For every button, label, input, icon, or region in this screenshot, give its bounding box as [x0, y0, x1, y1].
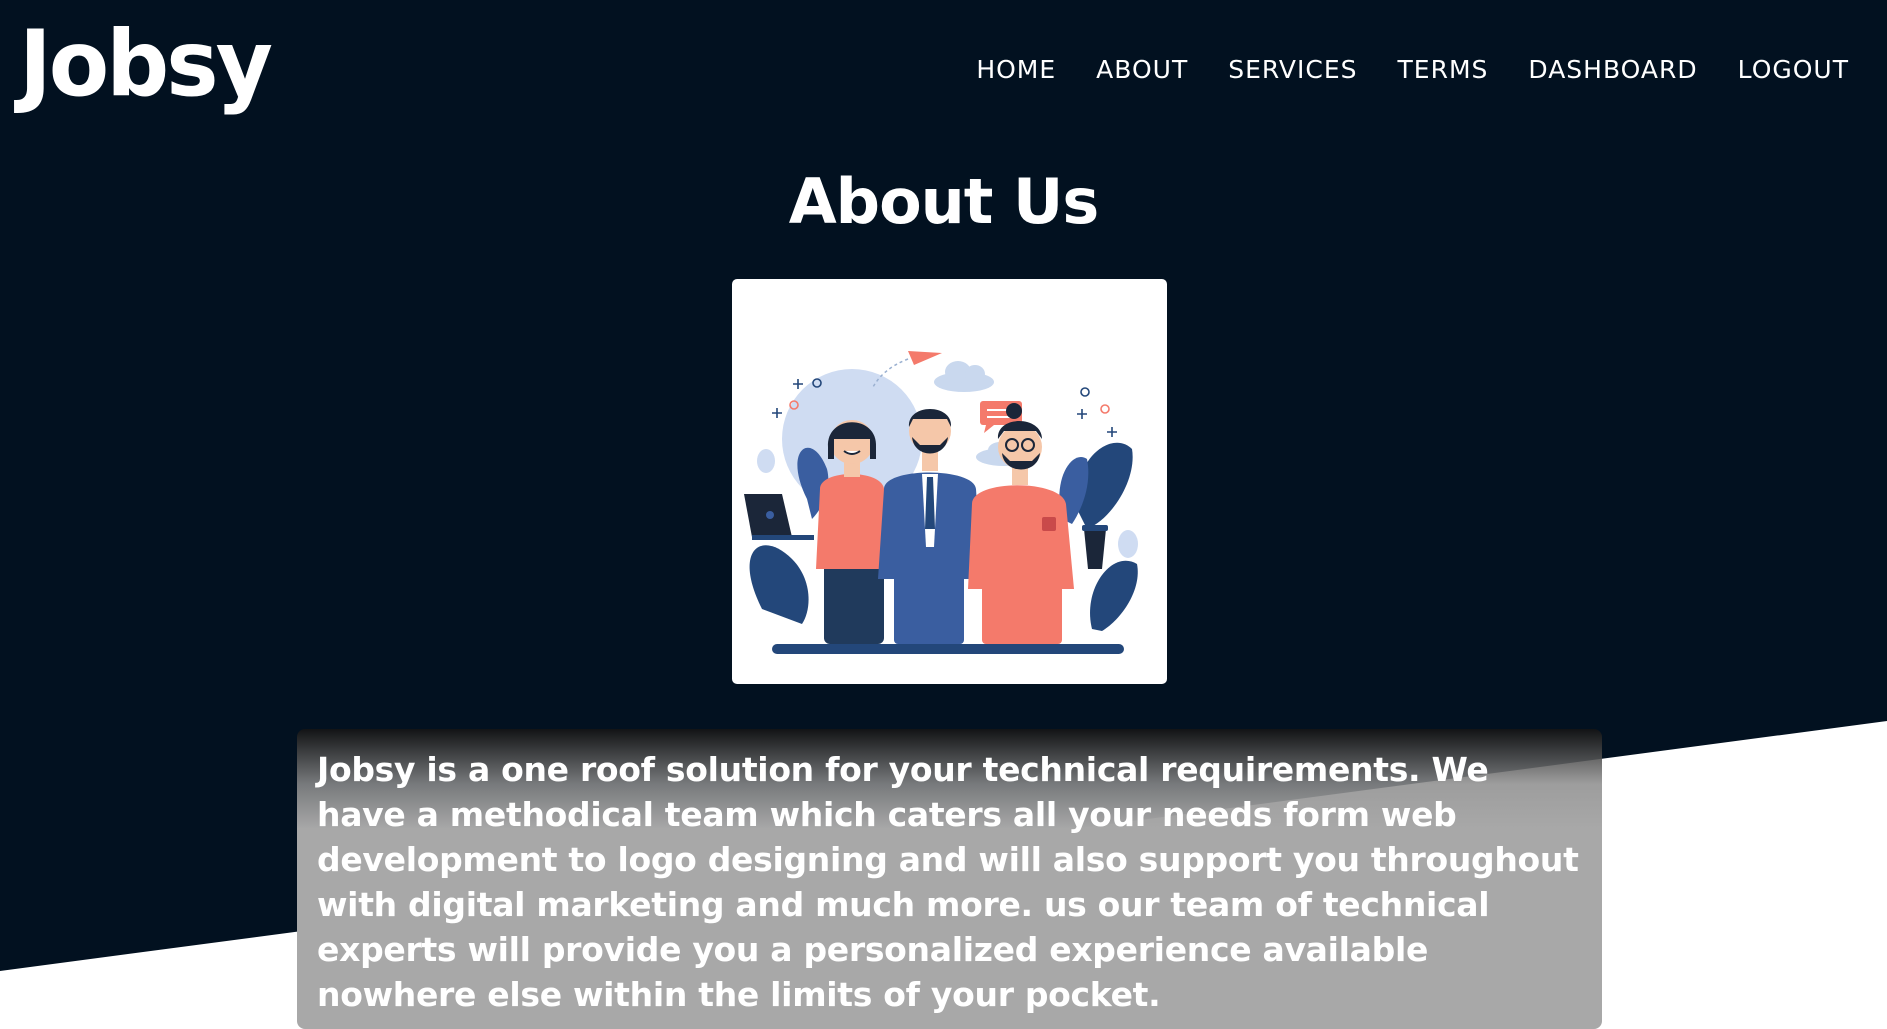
page-title: About Us: [788, 165, 1100, 238]
about-description-box: Jobsy is a one roof solution for your te…: [297, 729, 1602, 1029]
team-illustration-card: [732, 279, 1167, 684]
floor-line: [772, 644, 1124, 654]
nav-dashboard[interactable]: DASHBOARD: [1528, 55, 1697, 84]
coffee-cup-icon: [1084, 529, 1106, 569]
nav-terms[interactable]: TERMS: [1398, 55, 1489, 84]
team-illustration: [744, 351, 1138, 654]
nav-home[interactable]: HOME: [976, 55, 1056, 84]
nav-logout[interactable]: LOGOUT: [1738, 55, 1849, 84]
jobsy-logo[interactable]: Jobsy: [19, 18, 273, 110]
nav-about[interactable]: ABOUT: [1096, 55, 1188, 84]
about-description: Jobsy is a one roof solution for your te…: [317, 750, 1579, 1014]
main-nav: HOME ABOUT SERVICES TERMS DASHBOARD LOGO…: [976, 55, 1849, 84]
cloud-icon: [934, 361, 994, 392]
nav-services[interactable]: SERVICES: [1228, 55, 1357, 84]
site-header: Jobsy HOME ABOUT SERVICES TERMS DASHBOAR…: [0, 0, 1887, 150]
